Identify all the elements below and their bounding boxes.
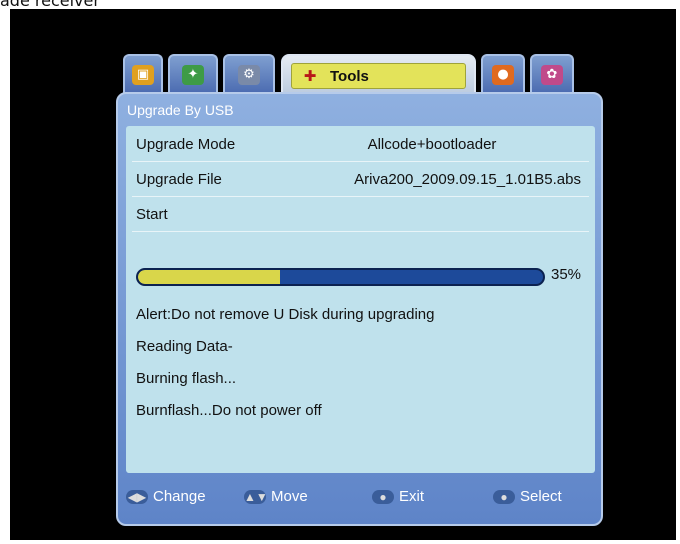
tab-tv[interactable]: ▣ bbox=[123, 54, 163, 94]
tv-icon: ▣ bbox=[132, 65, 154, 85]
exit-key-icon: ● bbox=[372, 489, 394, 504]
panel-content: Upgrade Mode Allcode+bootloader Upgrade … bbox=[126, 126, 595, 473]
upgrade-file-value[interactable]: Ariva200_2009.09.15_1.01B5.abs bbox=[354, 171, 581, 188]
footer-move-label: Move bbox=[271, 488, 308, 505]
tools-wrench-icon: ⚙ bbox=[238, 65, 260, 85]
up-down-arrows-icon: ▲▼ bbox=[244, 489, 268, 504]
start-label: Start bbox=[136, 206, 168, 223]
globe-icon: ● bbox=[492, 65, 514, 85]
tab-games[interactable]: ✿ bbox=[530, 54, 574, 94]
upgrade-mode-value[interactable]: Allcode+bootloader bbox=[282, 136, 582, 153]
upgrade-file-label: Upgrade File bbox=[136, 171, 222, 188]
tab-tools[interactable]: ✚ Tools bbox=[281, 54, 476, 96]
tab-tools-label: Tools bbox=[330, 67, 369, 85]
footer-exit-label: Exit bbox=[399, 488, 425, 505]
status-message: Burnflash...Do not power off bbox=[136, 402, 322, 419]
left-right-arrows-icon: ◀▶ bbox=[126, 489, 148, 504]
tab-tools-highlight: ✚ Tools bbox=[291, 63, 466, 89]
footer-change: ◀▶ Change bbox=[126, 488, 206, 505]
footer-change-label: Change bbox=[153, 488, 206, 505]
status-message: Reading Data- bbox=[136, 338, 233, 355]
tab-internet[interactable]: ● bbox=[481, 54, 525, 94]
satellite-dish-icon: ✦ bbox=[182, 65, 204, 85]
upgrade-file-row[interactable]: Upgrade File Ariva200_2009.09.15_1.01B5.… bbox=[132, 163, 589, 197]
progress-percent: 35% bbox=[551, 266, 582, 283]
panel-title: Upgrade By USB bbox=[127, 102, 234, 118]
upgrade-mode-label: Upgrade Mode bbox=[136, 136, 236, 153]
footer-move: ▲▼ Move bbox=[244, 488, 308, 505]
game-icon: ✿ bbox=[541, 65, 563, 85]
footer-select: ● Select bbox=[493, 488, 562, 505]
alert-message: Alert:Do not remove U Disk during upgrad… bbox=[136, 306, 435, 323]
progress-bar bbox=[136, 268, 545, 286]
tab-installation[interactable]: ✦ bbox=[168, 54, 218, 94]
ok-key-icon: ● bbox=[493, 489, 515, 504]
start-row[interactable]: Start bbox=[132, 198, 589, 232]
receiver-screen: ▣ ✦ ⚙ ✚ Tools ● ✿ Upgrade By USB Upgrade… bbox=[10, 9, 676, 540]
tools-icon: ✚ bbox=[303, 67, 317, 85]
footer-legend: ◀▶ Change ▲▼ Move ● Exit ● Select bbox=[126, 482, 595, 512]
footer-select-label: Select bbox=[520, 488, 562, 505]
status-message: Burning flash... bbox=[136, 370, 237, 387]
progress-fill bbox=[138, 270, 280, 284]
upgrade-panel: Upgrade By USB Upgrade Mode Allcode+boot… bbox=[116, 92, 603, 526]
tab-settings[interactable]: ⚙ bbox=[223, 54, 275, 94]
footer-exit: ● Exit bbox=[372, 488, 424, 505]
upgrade-mode-row[interactable]: Upgrade Mode Allcode+bootloader bbox=[132, 128, 589, 162]
